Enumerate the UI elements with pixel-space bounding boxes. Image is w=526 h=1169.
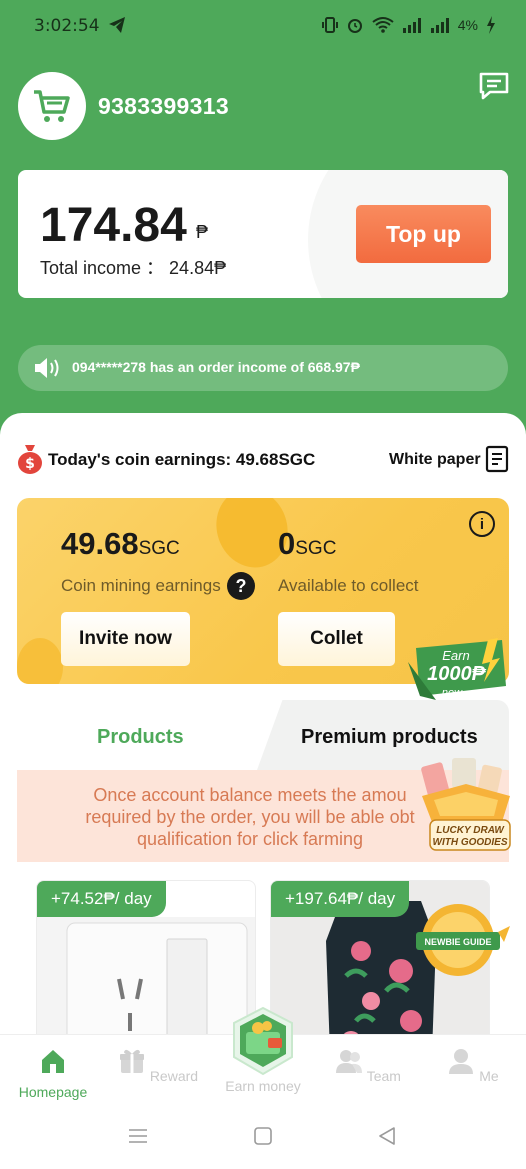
home-button-icon[interactable] <box>254 1127 272 1145</box>
mining-amount: 49.68SGC <box>61 526 180 561</box>
topup-button[interactable]: Top up <box>356 205 491 263</box>
wallet-icon[interactable] <box>230 1006 296 1076</box>
svg-text:$: $ <box>25 456 35 472</box>
balance-card: 174.84 ₱ Total income ： 24.84₱ Top up <box>18 170 508 298</box>
signal-icon-2 <box>430 18 449 33</box>
nav-me[interactable]: Me <box>428 1047 518 1084</box>
message-icon[interactable] <box>478 71 510 101</box>
team-icon <box>336 1050 363 1073</box>
notice-text: 094*****278 has an order income of 668.9… <box>72 359 360 375</box>
signal-icon-1 <box>402 18 421 33</box>
telegram-icon <box>109 17 125 33</box>
shopping-cart-icon <box>34 90 70 122</box>
battery-level: 4% <box>457 17 478 33</box>
tab-premium-products[interactable]: Premium products <box>301 726 478 749</box>
newbie-guide-label: NEWBIE GUIDE <box>424 937 491 947</box>
nav-homepage-label: Homepage <box>18 1084 88 1100</box>
home-icon <box>42 1050 64 1073</box>
newbie-guide-badge[interactable]: NEWBIE GUIDE <box>414 900 510 980</box>
recent-apps-icon[interactable] <box>128 1128 148 1144</box>
money-bag-icon: $ <box>18 445 42 474</box>
nav-homepage[interactable]: Homepage <box>8 1047 98 1100</box>
document-icon[interactable] <box>485 445 509 473</box>
balance-amount: 174.84 <box>40 199 187 252</box>
nav-team[interactable]: Team <box>323 1047 413 1084</box>
alarm-icon <box>347 19 362 33</box>
vibrate-icon <box>321 17 338 33</box>
earn-badge[interactable]: Earn 1000₱ now <box>406 638 510 704</box>
balance-unit: ₱ <box>196 222 209 242</box>
total-income: Total income ： 24.84₱ <box>40 258 227 278</box>
status-time: 3:02:54 <box>34 16 100 36</box>
invite-button[interactable]: Invite now <box>61 612 190 666</box>
status-bar: 3:02:54 4% <box>0 0 526 52</box>
profile-icon <box>449 1049 474 1074</box>
coin-decoration-small <box>17 638 63 684</box>
status-icons: 4% <box>321 16 496 34</box>
collect-label: Available to collect <box>278 576 419 595</box>
avatar[interactable] <box>18 72 86 140</box>
white-paper-link[interactable]: White paper <box>389 451 481 469</box>
product-price-overlay: +197.64₱/ day <box>271 881 410 917</box>
charging-icon <box>487 16 495 34</box>
earn-badge-line1: Earn <box>442 648 469 663</box>
nav-team-label: Team <box>366 1068 401 1084</box>
earn-badge-line3: now <box>442 687 463 699</box>
back-icon[interactable] <box>378 1126 396 1146</box>
collect-button[interactable]: Collet <box>278 612 395 666</box>
speaker-icon <box>35 358 59 378</box>
tab-products[interactable]: Products <box>97 726 184 749</box>
mining-label: Coin mining earnings <box>61 576 221 595</box>
info-text: Once account balance meets the amou requ… <box>85 785 415 849</box>
coin-earnings-title: Today's coin earnings: 49.68SGC <box>48 450 316 469</box>
nav-reward[interactable]: Reward <box>113 1047 203 1084</box>
collect-amount: 0SGC <box>278 526 337 561</box>
nav-earn-money-label[interactable]: Earn money <box>220 1078 306 1094</box>
earn-badge-line2: 1000₱ <box>427 663 486 685</box>
nav-reward-label: Reward <box>149 1068 199 1084</box>
lucky-draw-line2: WITH GOODIES <box>433 837 508 848</box>
lucky-draw-icon[interactable]: LUCKY DRAW WITH GOODIES <box>414 754 518 854</box>
info-icon[interactable]: i <box>469 511 495 537</box>
help-icon[interactable]: ? <box>227 572 255 600</box>
gift-icon <box>119 1049 144 1073</box>
lucky-draw-line1: LUCKY DRAW <box>436 825 505 836</box>
wifi-icon <box>372 17 394 33</box>
notice-bar: 094*****278 has an order income of 668.9… <box>18 345 508 391</box>
product-price: +74.52₱/ day <box>37 881 166 917</box>
nav-me-label: Me <box>479 1068 499 1084</box>
user-phone: 9383399313 <box>98 93 229 119</box>
system-navigation-bar <box>0 1106 526 1169</box>
